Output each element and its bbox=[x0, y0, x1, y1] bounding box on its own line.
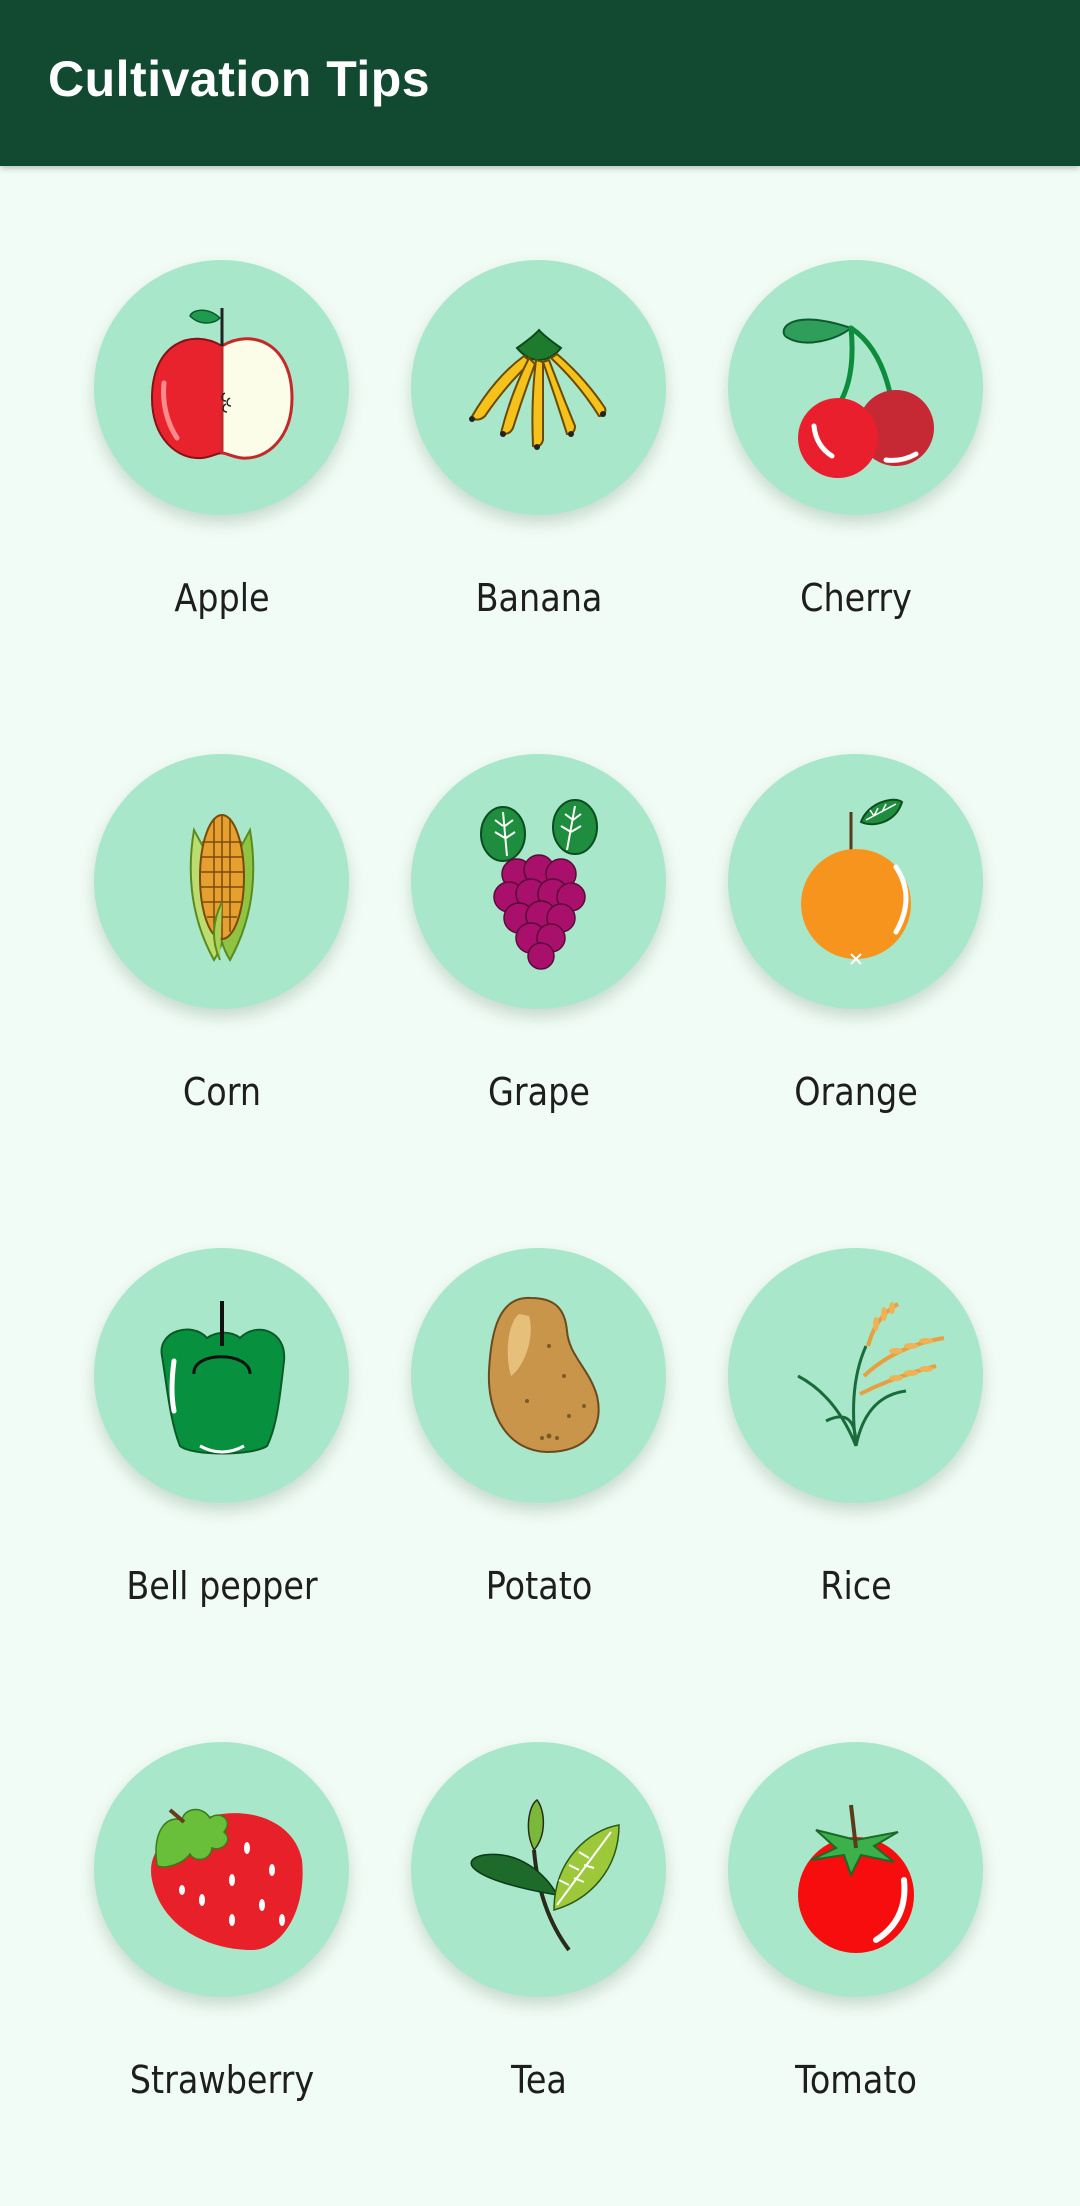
crop-card-tea[interactable]: Tea bbox=[317, 1648, 677, 2142]
tea-icon bbox=[470, 1798, 620, 1951]
banana-icon bbox=[468, 327, 606, 450]
grape-icon bbox=[479, 798, 598, 970]
page-title: Cultivation Tips bbox=[48, 51, 431, 107]
crop-card-bell-pepper[interactable]: Bell pepper bbox=[0, 1154, 360, 1648]
crop-card-corn[interactable]: Corn bbox=[0, 660, 360, 1154]
tomato-icon bbox=[797, 1804, 914, 1953]
cherry-icon bbox=[782, 317, 934, 478]
crop-image-circle bbox=[728, 1742, 983, 1997]
crop-image-circle bbox=[728, 1248, 983, 1503]
crop-card-apple[interactable]: Apple bbox=[0, 166, 360, 660]
bell-pepper-icon bbox=[160, 1300, 285, 1454]
crop-image-circle bbox=[728, 260, 983, 515]
crop-image-circle bbox=[94, 260, 349, 515]
crop-label: Orange bbox=[794, 1070, 918, 1114]
rice-icon bbox=[796, 1301, 944, 1447]
strawberry-icon bbox=[150, 1807, 303, 1950]
crop-card-grape[interactable]: Grape bbox=[317, 660, 677, 1154]
crop-image-circle bbox=[411, 754, 666, 1009]
crop-label: Tomato bbox=[795, 2058, 917, 2102]
crop-image-circle bbox=[411, 1742, 666, 1997]
crop-image-circle bbox=[728, 754, 983, 1009]
crop-image-circle bbox=[411, 1248, 666, 1503]
app-bar: Cultivation Tips bbox=[0, 0, 1080, 166]
potato-icon bbox=[487, 1296, 600, 1453]
crop-card-tomato[interactable]: Tomato bbox=[634, 1648, 994, 2142]
crop-image-circle bbox=[94, 754, 349, 1009]
crop-card-cherry[interactable]: Cherry bbox=[634, 166, 994, 660]
corn-icon bbox=[189, 813, 254, 962]
apple-icon bbox=[150, 307, 294, 460]
orange-icon bbox=[800, 798, 911, 965]
crop-image-circle bbox=[94, 1248, 349, 1503]
crop-label: Rice bbox=[820, 1564, 892, 1608]
crop-card-rice[interactable]: Rice bbox=[634, 1154, 994, 1648]
crop-image-circle bbox=[411, 260, 666, 515]
crop-card-potato[interactable]: Potato bbox=[317, 1154, 677, 1648]
crop-image-circle bbox=[94, 1742, 349, 1997]
crop-card-strawberry[interactable]: Strawberry bbox=[0, 1648, 360, 2142]
crop-card-orange[interactable]: Orange bbox=[634, 660, 994, 1154]
crop-label: Cherry bbox=[800, 576, 912, 620]
crop-card-banana[interactable]: Banana bbox=[317, 166, 677, 660]
